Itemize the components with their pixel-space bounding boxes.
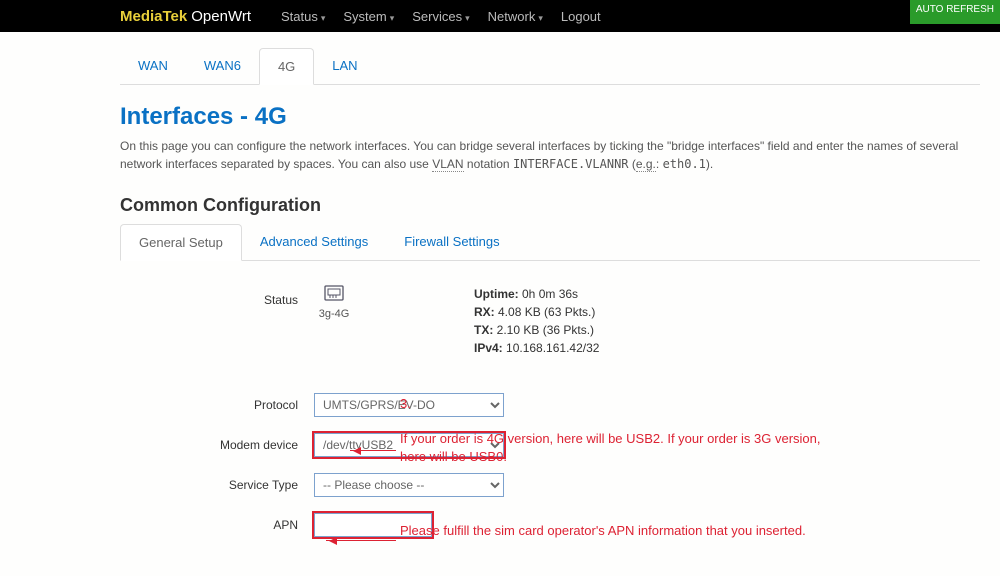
- annotation-arrow-modem: [350, 450, 396, 451]
- status-details: Uptime: 0h 0m 36s RX: 4.08 KB (63 Pkts.)…: [474, 285, 599, 357]
- tab-wan6[interactable]: WAN6: [186, 48, 259, 84]
- subtab-firewall[interactable]: Firewall Settings: [386, 224, 517, 260]
- nav-logout[interactable]: Logout: [561, 9, 601, 24]
- nav-status[interactable]: Status: [281, 9, 325, 24]
- auto-refresh-badge[interactable]: AUTO REFRESH: [910, 0, 1000, 24]
- interface-tabs: WAN WAN6 4G LAN: [120, 48, 980, 85]
- brand-primary: MediaTek: [120, 8, 187, 25]
- annotation-number: 3.: [400, 395, 411, 413]
- page-title: Interfaces - 4G: [120, 103, 980, 131]
- iface-name: 3g-4G: [314, 308, 354, 320]
- device-icon: 3g-4G: [314, 285, 354, 320]
- select-service-type[interactable]: -- Please choose --: [314, 473, 504, 497]
- config-tabs: General Setup Advanced Settings Firewall…: [120, 224, 980, 261]
- ethernet-icon: [314, 285, 354, 308]
- tab-4g[interactable]: 4G: [259, 48, 314, 85]
- annotation-apn: Please fulfill the sim card operator's A…: [400, 522, 840, 540]
- section-heading: Common Configuration: [120, 195, 980, 216]
- page-description: On this page you can configure the netwo…: [120, 137, 980, 173]
- annotation-arrow-apn: [326, 540, 396, 541]
- brand-secondary: OpenWrt: [191, 8, 251, 25]
- nav-network[interactable]: Network: [488, 9, 543, 24]
- top-navbar: MediaTek OpenWrt Status System Services …: [0, 0, 1000, 32]
- subtab-general[interactable]: General Setup: [120, 224, 242, 261]
- tab-lan[interactable]: LAN: [314, 48, 375, 84]
- row-status: Status 3g-4G Uptime: 0h 0m 36s RX: 4.08 …: [120, 285, 980, 357]
- subtab-advanced[interactable]: Advanced Settings: [242, 224, 386, 260]
- label-protocol: Protocol: [120, 398, 314, 412]
- nav-services[interactable]: Services: [412, 9, 469, 24]
- label-status: Status: [120, 285, 314, 307]
- label-apn: APN: [120, 518, 314, 532]
- label-modem: Modem device: [120, 438, 314, 452]
- row-service: Service Type -- Please choose --: [120, 473, 980, 497]
- row-protocol: Protocol UMTS/GPRS/EV-DO: [120, 393, 980, 417]
- tab-wan[interactable]: WAN: [120, 48, 186, 84]
- nav-system[interactable]: System: [343, 9, 394, 24]
- annotation-modem: If your order is 4G version, here will b…: [400, 430, 840, 465]
- label-service: Service Type: [120, 478, 314, 492]
